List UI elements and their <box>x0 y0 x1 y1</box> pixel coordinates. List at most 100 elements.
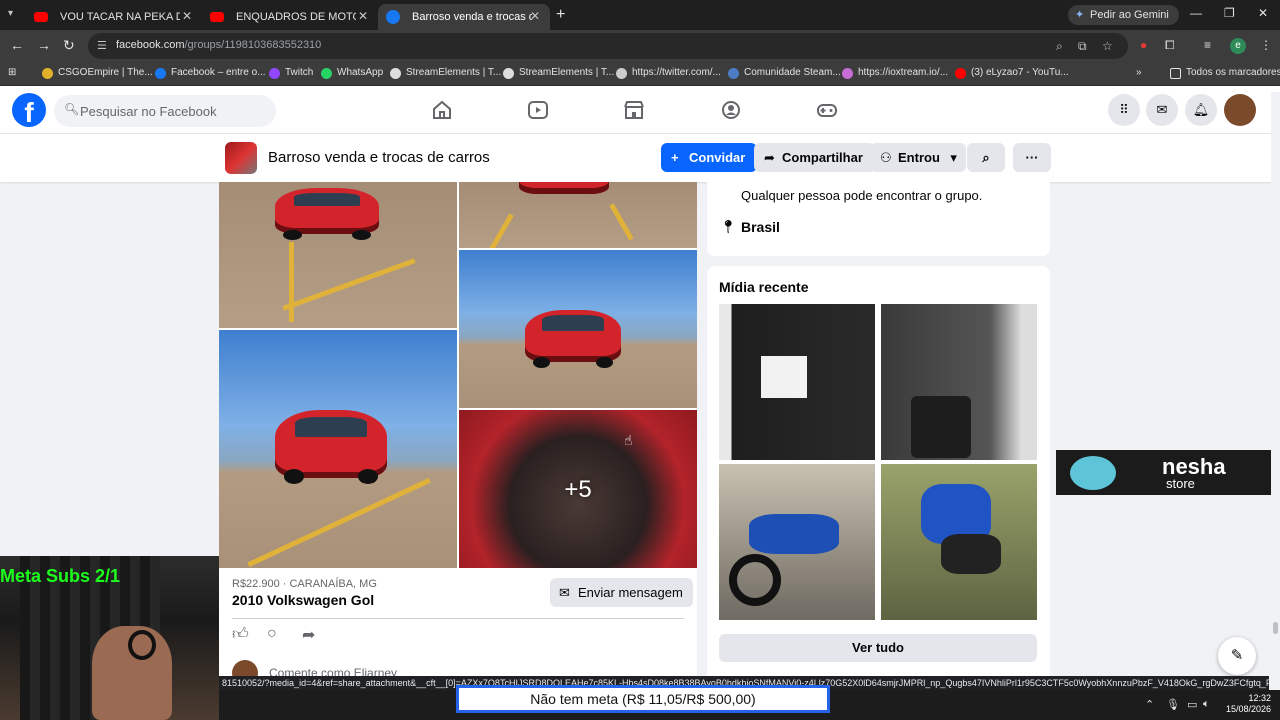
apps-grid-icon[interactable]: ⊞ <box>8 67 16 78</box>
messenger-icon[interactable]: ✉ <box>1146 94 1178 126</box>
bookmark-favicon-icon <box>503 68 514 79</box>
bookmark-item[interactable]: StreamElements | T... <box>503 67 614 79</box>
bookmark-favicon-icon <box>616 68 627 79</box>
all-bookmarks-folder[interactable]: Todos os marcadores <box>1170 67 1280 79</box>
bookmark-item[interactable]: Twitch <box>269 67 313 79</box>
bookmark-item[interactable]: (3) eLyzao7 - YouTu... <box>955 67 1069 79</box>
send-message-button[interactable]: ✉ Enviar mensagem <box>550 578 693 607</box>
site-info-icon[interactable]: ☰ <box>97 39 107 52</box>
post-photo-2[interactable] <box>459 182 697 248</box>
folder-icon <box>1170 68 1181 79</box>
notifications-bell-icon[interactable]: 🔔︎ <box>1185 94 1217 126</box>
group-search-button[interactable]: ⌕ <box>967 143 1005 172</box>
extensions-puzzle-icon[interactable]: ⧠ <box>1165 38 1175 53</box>
comment-icon[interactable]: ○ <box>267 625 277 643</box>
group-location: Brasil <box>741 219 780 235</box>
see-all-button[interactable]: Ver tudo <box>719 634 1037 662</box>
marketplace-post: +5 R$22.900 · CARANAÍBA, MG 2010 Volkswa… <box>219 182 697 678</box>
post-photo-4[interactable] <box>219 330 457 568</box>
gemini-button[interactable]: ✦ Pedir ao Gemini <box>1068 5 1179 25</box>
bookmark-item[interactable]: https://ioxtream.io/... <box>842 67 948 79</box>
car-image <box>275 188 379 240</box>
bookmark-item[interactable]: https://twitter.com/... <box>616 67 721 79</box>
scrollbar-thumb[interactable] <box>1273 622 1278 634</box>
tab-title: Barroso venda e trocas de carro <box>412 11 532 23</box>
tab-search-icon[interactable]: ▾ <box>8 8 13 19</box>
extension-icon[interactable]: ● <box>1140 38 1147 52</box>
marketplace-icon[interactable] <box>623 100 645 120</box>
browser-tab-3-active[interactable]: Barroso venda e trocas de carro ✕ <box>378 4 550 30</box>
menu-grid-icon[interactable]: ⠿ <box>1108 94 1140 126</box>
like-icon[interactable]: 👍︎ <box>232 625 249 644</box>
reload-icon[interactable]: ↻ <box>63 37 75 54</box>
media-thumbnail-motorcycle-2[interactable] <box>881 464 1037 620</box>
bookmark-star-icon[interactable]: ☆ <box>1102 39 1113 53</box>
close-tab-icon[interactable]: ✕ <box>182 9 192 23</box>
minimize-icon[interactable]: — <box>1190 6 1202 20</box>
clock-date: 15/08/2026 <box>1226 704 1272 714</box>
more-dots-icon: ··· <box>1025 150 1039 165</box>
groups-icon[interactable] <box>720 100 742 120</box>
facebook-logo-icon[interactable]: f <box>12 93 46 127</box>
search-icon: 🔍︎ <box>64 102 80 116</box>
group-about-card: Qualquer pessoa pode encontrar o grupo. … <box>707 182 1050 256</box>
location-pin-icon: 📍︎ <box>720 219 737 234</box>
media-thumbnail-box[interactable] <box>719 304 875 460</box>
bookmark-item[interactable]: Facebook – entre o... <box>155 67 266 79</box>
cast-icon[interactable]: ⧉ <box>1078 39 1087 54</box>
browser-tab-1[interactable]: VOU TACAR NA PEKA DAS BB - ✕ <box>26 4 202 30</box>
group-name[interactable]: Barroso venda e trocas de carros <box>268 149 490 166</box>
home-icon[interactable] <box>431 100 453 120</box>
page-scrollbar[interactable] <box>1271 92 1280 676</box>
media-thumbnail-box-back[interactable] <box>881 304 1037 460</box>
goal-bar: Não tem meta (R$ 11,05/R$ 500,00) <box>456 685 830 713</box>
bookmark-favicon-icon <box>390 68 401 79</box>
new-tab-icon[interactable]: + <box>556 6 565 24</box>
price-location: R$22.900 · CARANAÍBA, MG <box>232 578 377 590</box>
share-icon[interactable]: ➦ <box>302 625 315 645</box>
browser-tab-2[interactable]: ENQUADROS DE MOTO (EP. 14- ✕ <box>202 4 378 30</box>
group-thumbnail[interactable] <box>225 142 257 174</box>
media-queue-icon[interactable]: ≡ <box>1204 38 1211 52</box>
display-icon[interactable]: ▭ <box>1187 698 1197 711</box>
new-message-edit-icon[interactable]: ✎ <box>1218 637 1256 675</box>
speaker-icon[interactable]: 🔈︎ <box>1203 698 1210 711</box>
bookmark-item[interactable]: Comunidade Steam... <box>728 67 841 79</box>
bookmark-item[interactable]: CSGOEmpire | The... <box>42 67 153 79</box>
bookmarks-bar: ⊞ CSGOEmpire | The... Facebook – entre o… <box>0 62 1280 86</box>
joined-dropdown-button[interactable]: ⚇ Entrou ▾ <box>870 143 966 172</box>
back-icon[interactable]: ← <box>10 37 24 53</box>
headset-icon <box>128 630 156 660</box>
zoom-icon[interactable]: ⌕ <box>1056 39 1063 54</box>
invite-button[interactable]: + Convidar <box>661 143 758 172</box>
close-tab-icon[interactable]: ✕ <box>358 9 368 23</box>
gaming-icon[interactable] <box>816 100 838 120</box>
menu-kebab-icon[interactable]: ⋮ <box>1260 38 1272 52</box>
listing-title[interactable]: 2010 Volkswagen Gol <box>232 592 374 608</box>
user-avatar[interactable] <box>1224 94 1256 126</box>
address-bar[interactable]: ☰ facebook.com/groups/1198103683552310 ⌕… <box>88 33 1128 59</box>
forward-icon[interactable]: → <box>37 37 51 53</box>
more-bookmarks-icon[interactable]: » <box>1136 67 1142 78</box>
post-photo-1[interactable] <box>219 182 457 328</box>
tray-chevron-icon[interactable]: ⌃ <box>1145 698 1154 711</box>
car-image <box>519 182 609 194</box>
members-icon: ⚇ <box>880 150 892 165</box>
system-clock[interactable]: 12:32 15/08/2026 <box>1226 693 1271 715</box>
microphone-icon[interactable]: 🎙︎ <box>1166 698 1180 711</box>
post-photo-5-more[interactable]: +5 <box>459 410 697 568</box>
profile-avatar[interactable]: e <box>1230 38 1246 54</box>
close-tab-icon[interactable]: ✕ <box>530 9 540 23</box>
video-icon[interactable] <box>527 100 549 120</box>
send-message-label: Enviar mensagem <box>578 585 683 600</box>
facebook-search-input[interactable]: 🔍︎ Pesquisar no Facebook <box>54 95 276 127</box>
bookmark-item[interactable]: StreamElements | T... <box>390 67 501 79</box>
close-window-icon[interactable]: ✕ <box>1258 6 1268 20</box>
gemini-star-icon: ✦ <box>1075 9 1085 21</box>
bookmark-item[interactable]: WhatsApp <box>321 67 383 79</box>
share-button[interactable]: ➦ Compartilhar <box>754 143 875 172</box>
post-photo-3[interactable] <box>459 250 697 408</box>
restore-icon[interactable]: ❐ <box>1224 6 1235 20</box>
group-more-button[interactable]: ··· <box>1013 143 1051 172</box>
media-thumbnail-motorcycle[interactable] <box>719 464 875 620</box>
